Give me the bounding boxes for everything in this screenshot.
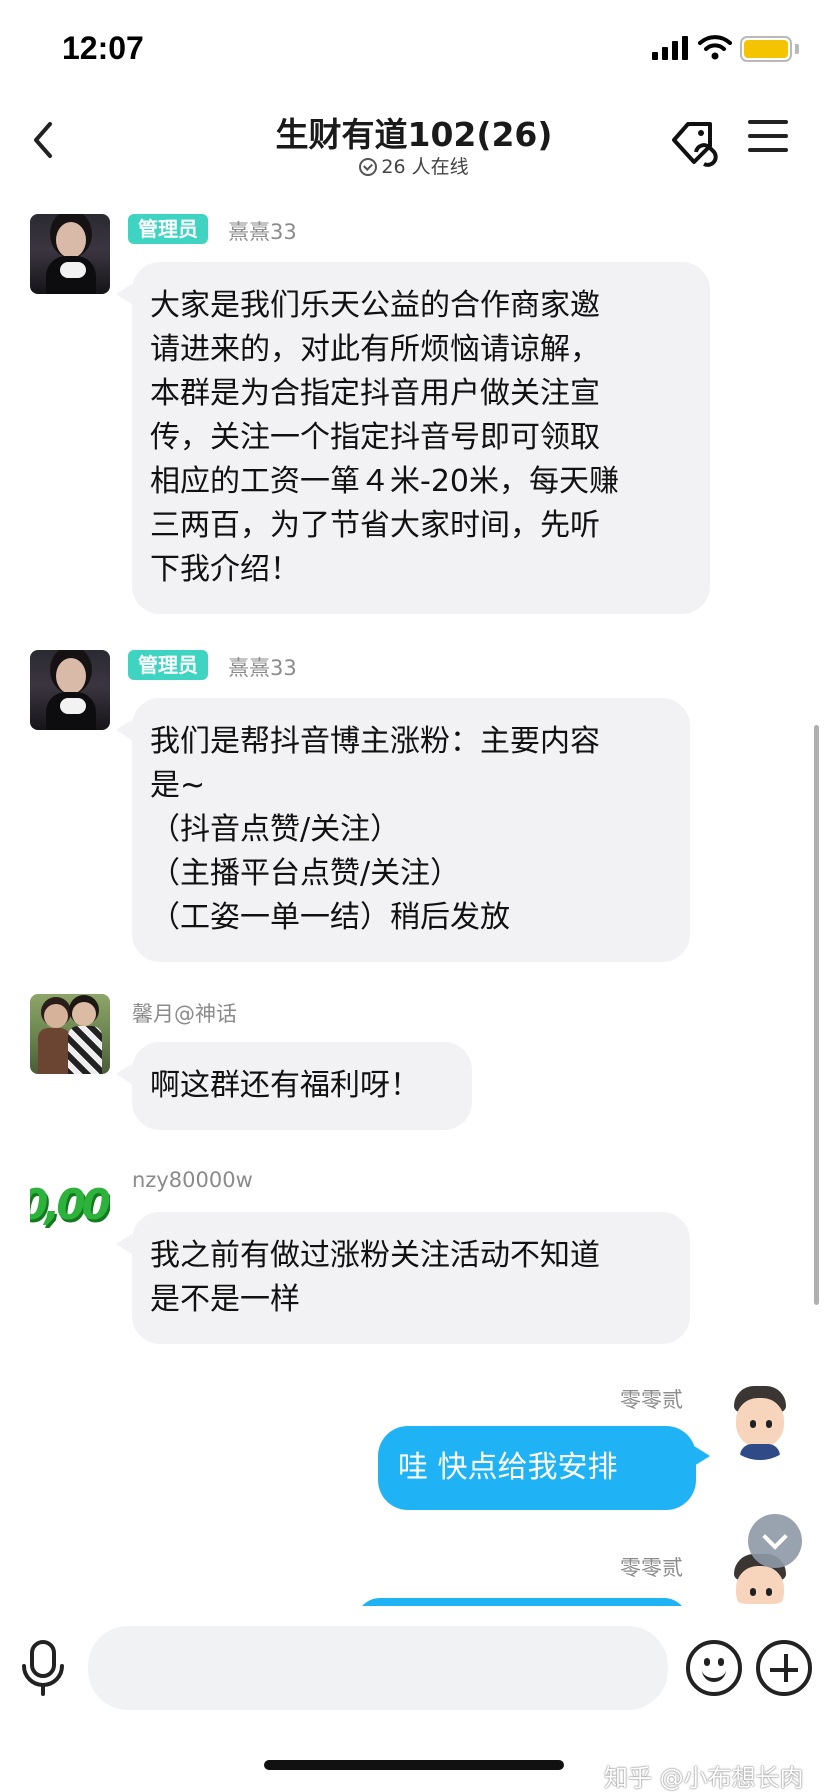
avatar-xixi33[interactable] <box>30 650 110 730</box>
message-line: 三两百，为了节省大家时间，先听 <box>150 508 600 543</box>
avatar-xixi33[interactable] <box>30 214 110 294</box>
avatar-nzy80000w[interactable]: 0,00 <box>30 1164 110 1244</box>
sender-name: nzy80000w <box>132 1168 253 1192</box>
admin-badge: 管理员 <box>128 650 208 680</box>
message-bubble[interactable]: 啊这群还有福利呀！ <box>132 1042 472 1130</box>
status-bar: 12:07 <box>0 0 828 100</box>
home-indicator <box>264 1760 564 1770</box>
chat-header: 生财有道102(26) 26 人在线 <box>0 100 828 190</box>
wifi-icon <box>698 35 732 60</box>
avatar-xinyue[interactable] <box>30 994 110 1074</box>
battery-icon <box>740 36 792 62</box>
message-line: （工姿一单一结）稍后发放 <box>150 900 510 935</box>
tag-link-icon[interactable] <box>668 112 724 168</box>
online-count-text: 26 人在线 <box>381 156 469 178</box>
message-bubble[interactable]: 大家是我们乐天公益的合作商家邀 请进来的，对此有所烦恼请谅解， 本群是为合指定抖… <box>132 262 710 614</box>
my-message-bubble[interactable]: 哇 快点给我安排 <box>378 1426 696 1510</box>
sender-name: 零零贰 <box>620 1388 683 1412</box>
status-time: 12:07 <box>62 30 144 66</box>
message-line: 我们是帮抖音博主涨粉：主要内容 <box>150 724 600 759</box>
scrollbar[interactable] <box>814 725 819 1305</box>
sender-name: 熹熹33 <box>228 220 297 244</box>
sender-name: 熹熹33 <box>228 656 297 680</box>
message-line: 啊这群还有福利呀！ <box>150 1068 420 1103</box>
message-line: 本群是为合指定抖音用户做关注宣 <box>150 376 600 411</box>
message-input[interactable] <box>88 1626 668 1710</box>
cellular-signal-icon <box>652 36 688 60</box>
emoji-icon[interactable] <box>686 1640 742 1696</box>
scroll-to-bottom-button[interactable] <box>748 1514 802 1568</box>
admin-badge: 管理员 <box>128 214 208 244</box>
avatar-lingling[interactable] <box>720 1380 800 1460</box>
sender-name: 零零贰 <box>620 1556 683 1580</box>
watermark: 知乎 @小布想长肉 <box>604 1764 804 1792</box>
message-bubble[interactable]: 我们是帮抖音博主涨粉：主要内容 是~ （抖音点赞/关注） （主播平台点赞/关注）… <box>132 698 690 962</box>
message-line: 下我介绍！ <box>150 552 300 587</box>
hamburger-menu-icon[interactable] <box>748 120 788 160</box>
message-bubble[interactable]: 我之前有做过涨粉关注活动不知道 是不是一样 <box>132 1212 690 1344</box>
message-line: 是不是一样 <box>150 1282 300 1317</box>
message-line: 请进来的，对此有所烦恼请谅解， <box>150 332 600 367</box>
message-line: 大家是我们乐天公益的合作商家邀 <box>150 288 600 323</box>
sender-name: 馨月@神话 <box>132 1002 237 1026</box>
message-line: 相应的工资一箪４米-20米，每天赚 <box>150 464 619 499</box>
message-line: 哇 快点给我安排 <box>398 1450 618 1485</box>
message-line: 我之前有做过涨粉关注活动不知道 <box>150 1238 600 1273</box>
message-line: 传，关注一个指定抖音号即可领取 <box>150 420 600 455</box>
message-line: （主播平台点赞/关注） <box>150 856 461 891</box>
online-status-icon <box>359 158 378 176</box>
message-line: （抖音点赞/关注） <box>150 812 401 847</box>
message-line: 是~ <box>150 768 206 803</box>
avatar-text: 0,00 <box>30 1179 110 1229</box>
plus-icon[interactable] <box>756 1640 812 1696</box>
microphone-icon[interactable] <box>20 1638 66 1698</box>
